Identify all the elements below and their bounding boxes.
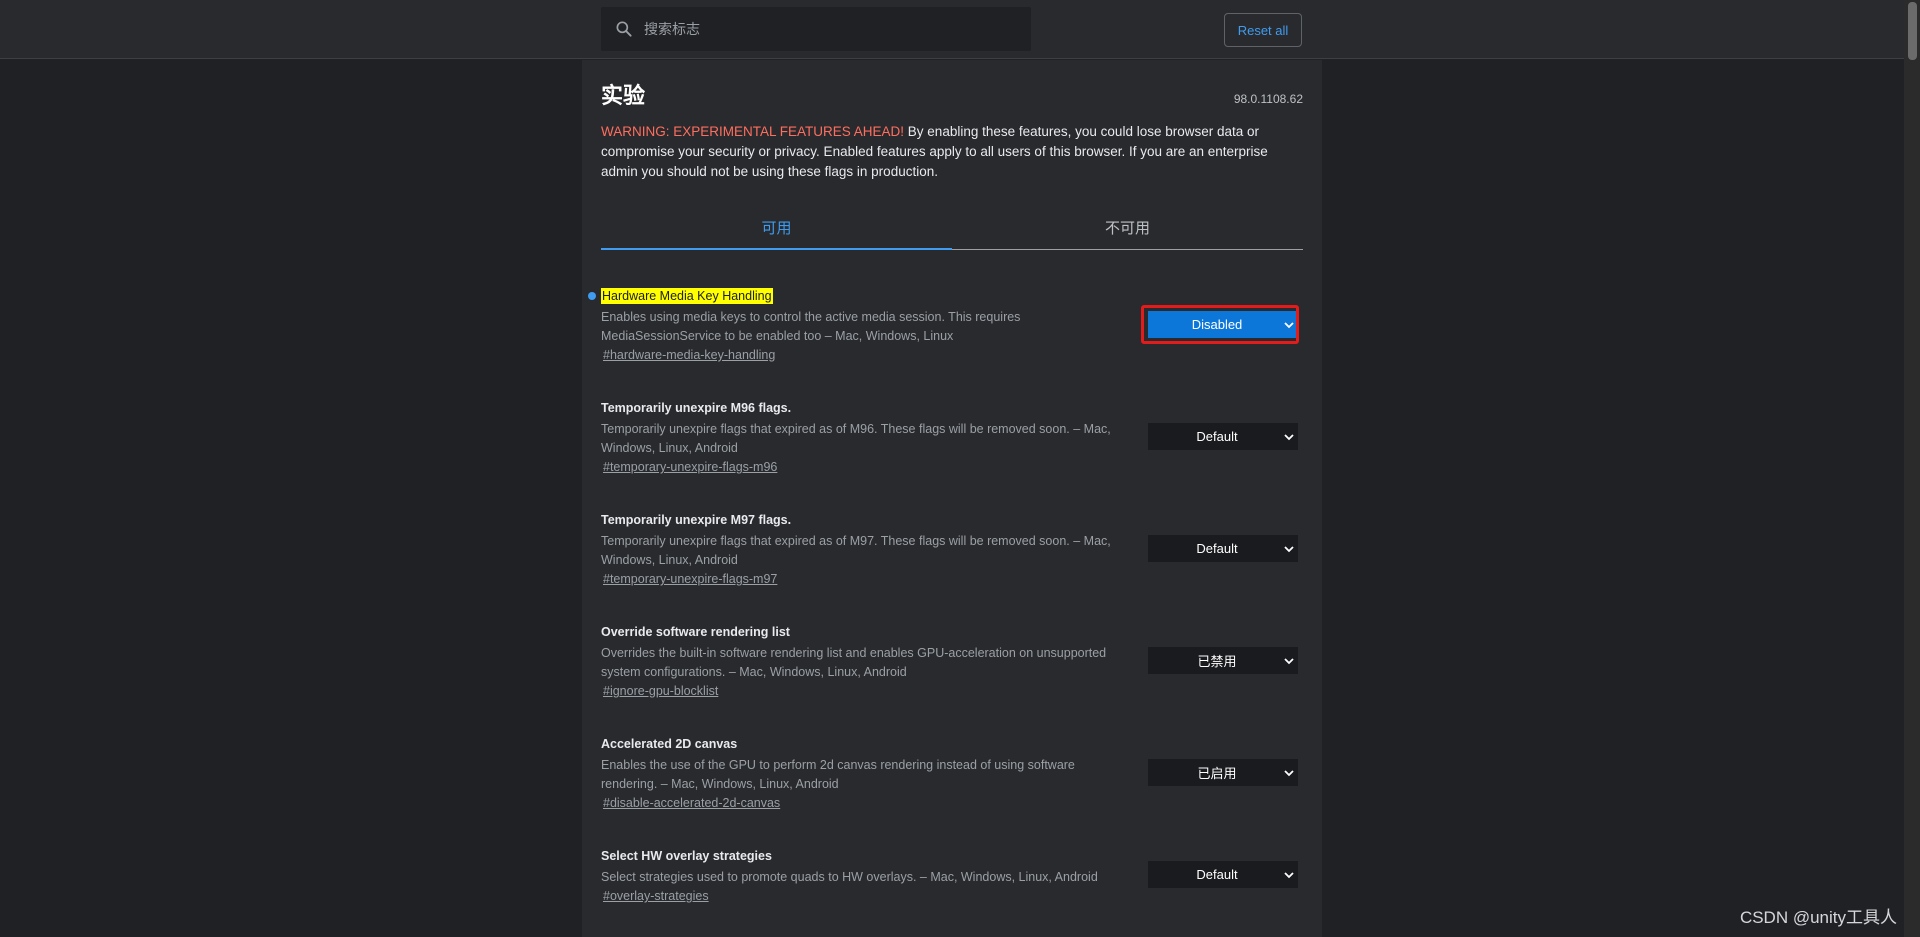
experiment-description: Select strategies used to promote quads … bbox=[601, 870, 1098, 884]
select-value: Default bbox=[1196, 541, 1238, 556]
select-value: 已启用 bbox=[1197, 766, 1237, 781]
experiment-title: Hardware Media Key Handling bbox=[601, 288, 773, 304]
chevron-down-icon bbox=[1280, 535, 1298, 562]
experiment-link[interactable]: #ignore-gpu-blocklist bbox=[603, 684, 718, 698]
experiment-description: Overrides the built-in software renderin… bbox=[601, 646, 1107, 679]
chevron-down-icon bbox=[1280, 423, 1298, 450]
experiment-select[interactable]: Disabled bbox=[1148, 311, 1298, 338]
experiment-link[interactable]: #overlay-strategies bbox=[603, 889, 709, 903]
experiment-description: Enables the use of the GPU to perform 2d… bbox=[601, 758, 1075, 791]
version-label: 98.0.1108.62 bbox=[1233, 92, 1303, 106]
tab-unavailable[interactable]: 不可用 bbox=[952, 198, 1303, 249]
search-icon bbox=[616, 21, 632, 37]
experiment-select[interactable]: 已禁用 bbox=[1148, 647, 1298, 674]
watermark-text: CSDN @unity工具人 bbox=[1739, 908, 1897, 927]
page-title: 实验 bbox=[601, 83, 646, 108]
experiment-description: Temporarily unexpire flags that expired … bbox=[601, 534, 1111, 567]
select-value: Default bbox=[1196, 867, 1238, 882]
tab-bar: 可用 不可用 bbox=[601, 198, 1303, 250]
select-value: Disabled bbox=[1191, 317, 1243, 332]
select-value: 已禁用 bbox=[1197, 654, 1237, 669]
experiment-description: Temporarily unexpire flags that expired … bbox=[601, 422, 1111, 455]
experiment-link[interactable]: #hardware-media-key-handling bbox=[603, 348, 775, 362]
search-input[interactable] bbox=[642, 20, 1022, 38]
search-box[interactable] bbox=[601, 7, 1031, 51]
experiment-select[interactable]: Default bbox=[1148, 861, 1298, 888]
experiment-item: Override software rendering list Overrid… bbox=[601, 623, 1303, 700]
chevron-down-icon bbox=[1280, 759, 1298, 786]
experiment-link[interactable]: #temporary-unexpire-flags-m96 bbox=[603, 460, 777, 474]
scrollbar-thumb[interactable] bbox=[1908, 2, 1917, 60]
experiment-title: Select HW overlay strategies bbox=[601, 849, 772, 863]
main-panel: 实验 98.0.1108.62 WARNING: EXPERIMENTAL FE… bbox=[582, 60, 1322, 937]
experiment-link[interactable]: #temporary-unexpire-flags-m97 bbox=[603, 572, 777, 586]
experiment-title: Temporarily unexpire M97 flags. bbox=[601, 513, 792, 527]
experiment-select[interactable]: Default bbox=[1148, 535, 1298, 562]
modified-indicator-dot bbox=[588, 292, 596, 300]
warning-prefix: WARNING: EXPERIMENTAL FEATURES AHEAD! bbox=[601, 124, 905, 139]
experiment-title: Temporarily unexpire M96 flags. bbox=[601, 401, 792, 415]
chevron-down-icon bbox=[1280, 861, 1298, 888]
vertical-scrollbar[interactable] bbox=[1904, 0, 1920, 937]
top-header: Reset all bbox=[0, 0, 1904, 59]
experiment-item: Accelerated 2D canvas Enables the use of… bbox=[601, 735, 1303, 812]
chevron-down-icon bbox=[1280, 311, 1298, 338]
tab-available[interactable]: 可用 bbox=[601, 198, 952, 250]
warning-message: WARNING: EXPERIMENTAL FEATURES AHEAD! By… bbox=[601, 122, 1303, 182]
reset-all-button[interactable]: Reset all bbox=[1224, 13, 1302, 47]
experiment-item: Select HW overlay strategies Select stra… bbox=[601, 847, 1303, 905]
experiment-item: Hardware Media Key Handling Enables usin… bbox=[588, 287, 1303, 364]
experiment-title: Override software rendering list bbox=[601, 625, 790, 639]
experiment-select[interactable]: Default bbox=[1148, 423, 1298, 450]
experiment-select[interactable]: 已启用 bbox=[1148, 759, 1298, 786]
experiment-item: Temporarily unexpire M96 flags. Temporar… bbox=[601, 399, 1303, 476]
chevron-down-icon bbox=[1280, 647, 1298, 674]
experiment-link[interactable]: #disable-accelerated-2d-canvas bbox=[603, 796, 780, 810]
experiment-title: Accelerated 2D canvas bbox=[601, 737, 738, 751]
experiment-description: Enables using media keys to control the … bbox=[601, 310, 1021, 343]
experiment-item: Temporarily unexpire M97 flags. Temporar… bbox=[601, 511, 1303, 588]
select-value: Default bbox=[1196, 429, 1238, 444]
